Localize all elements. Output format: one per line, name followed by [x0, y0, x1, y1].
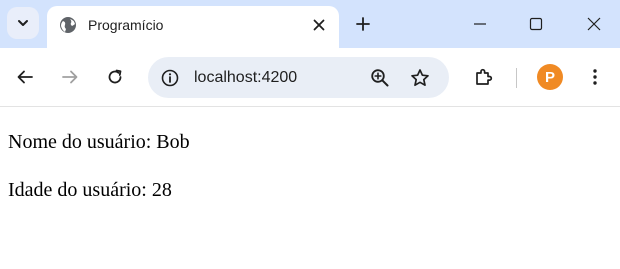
- reload-button[interactable]: [101, 63, 129, 91]
- tab-close-button[interactable]: [309, 15, 329, 35]
- arrow-right-icon: [62, 70, 78, 84]
- new-tab-button[interactable]: [351, 12, 375, 36]
- toolbar-separator: [0, 106, 620, 107]
- info-icon: [161, 69, 179, 87]
- reload-icon: [108, 69, 122, 84]
- puzzle-icon: [476, 68, 493, 85]
- minimize-icon: [474, 23, 486, 25]
- tab-active[interactable]: Programício: [47, 6, 339, 48]
- plus-icon: [356, 17, 370, 31]
- tab-title: Programício: [88, 17, 164, 33]
- close-icon: [587, 17, 601, 31]
- bookmark-button[interactable]: [409, 67, 431, 89]
- tab-search-button[interactable]: [7, 7, 39, 39]
- kebab-menu-icon: [593, 69, 597, 85]
- minimize-button[interactable]: [466, 10, 494, 38]
- tab-strip: Programício: [0, 0, 620, 48]
- site-info-button[interactable]: [160, 68, 180, 88]
- toolbar-divider: [516, 68, 517, 88]
- user-name-text: Nome do usuário: Bob: [8, 131, 190, 153]
- svg-text:P: P: [545, 69, 555, 86]
- profile-p-icon: P: [545, 69, 555, 86]
- forward-button[interactable]: [56, 63, 84, 91]
- profile-avatar[interactable]: P: [537, 64, 563, 90]
- menu-button[interactable]: [581, 63, 609, 91]
- star-icon: [411, 69, 429, 87]
- user-age-text: Idade do usuário: 28: [8, 179, 172, 201]
- zoom-button[interactable]: [369, 67, 391, 89]
- back-button[interactable]: [11, 63, 39, 91]
- url-text[interactable]: localhost:4200: [194, 68, 297, 88]
- browser-toolbar: localhost:4200 P: [0, 48, 620, 106]
- window-close-button[interactable]: [580, 10, 608, 38]
- close-icon: [313, 19, 325, 31]
- chevron-down-icon: [18, 20, 28, 26]
- zoom-in-icon: [371, 69, 389, 87]
- maximize-button[interactable]: [522, 10, 550, 38]
- extensions-button[interactable]: [470, 63, 498, 91]
- address-bar[interactable]: localhost:4200: [148, 57, 449, 98]
- globe-icon: [60, 17, 76, 33]
- arrow-left-icon: [17, 70, 33, 84]
- maximize-icon: [529, 17, 543, 31]
